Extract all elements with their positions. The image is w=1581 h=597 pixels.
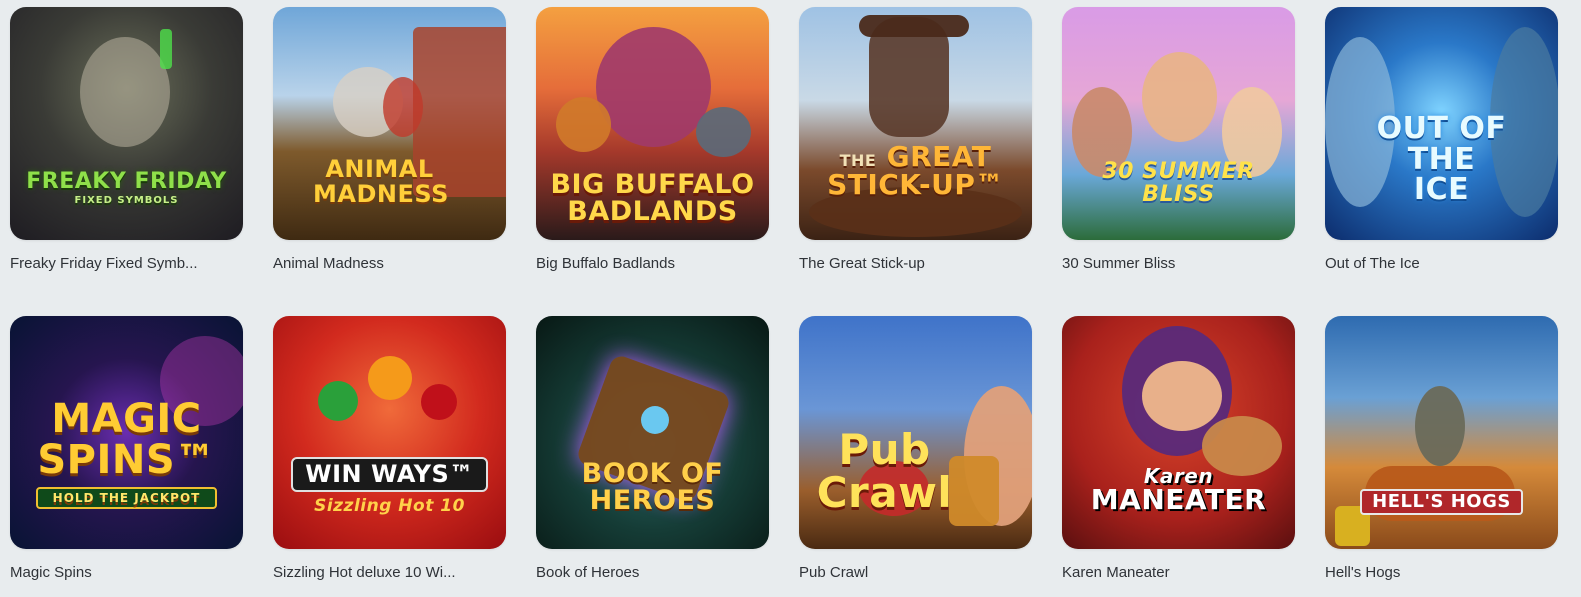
game-thumbnail[interactable]: BIG BUFFALO BADLANDS <box>536 7 769 240</box>
game-thumbnail[interactable]: FREAKY FRIDAY FIXED SYMBOLS <box>10 7 243 240</box>
game-thumbnail[interactable]: 30 SUMMER BLISS <box>1062 7 1295 240</box>
game-tile[interactable]: Karen MANEATER Karen Maneater <box>1062 316 1295 581</box>
game-tile[interactable]: ANIMAL MADNESS Animal Madness <box>273 7 506 272</box>
game-thumbnail[interactable]: HELL'S HOGS <box>1325 316 1558 549</box>
game-logo: 30 SUMMER BLISS <box>1102 159 1255 207</box>
game-title[interactable]: Pub Crawl <box>799 564 1032 581</box>
game-tile[interactable]: THE GREAT STICK-UP™ The Great Stick-up <box>799 7 1032 272</box>
game-thumbnail[interactable]: OUT OF THE ICE <box>1325 7 1558 240</box>
game-tile[interactable]: FREAKY FRIDAY FIXED SYMBOLS Freaky Frida… <box>10 7 243 272</box>
game-title[interactable]: Karen Maneater <box>1062 564 1295 581</box>
game-title[interactable]: 30 Summer Bliss <box>1062 255 1295 272</box>
game-title[interactable]: Hell's Hogs <box>1325 564 1558 581</box>
game-grid: FREAKY FRIDAY FIXED SYMBOLS Freaky Frida… <box>0 0 1581 597</box>
game-tile[interactable]: BOOK OF HEROES Book of Heroes <box>536 316 769 581</box>
game-thumbnail[interactable]: MAGIC SPINS™ HOLD THE JACKPOT <box>10 316 243 549</box>
game-title[interactable]: Sizzling Hot deluxe 10 Wi... <box>273 564 506 581</box>
game-tile[interactable]: 30 SUMMER BLISS 30 Summer Bliss <box>1062 7 1295 272</box>
game-thumbnail[interactable]: THE GREAT STICK-UP™ <box>799 7 1032 240</box>
game-art <box>799 7 1032 240</box>
game-title[interactable]: The Great Stick-up <box>799 255 1032 272</box>
game-logo: OUT OF THE ICE <box>1376 111 1507 208</box>
game-title[interactable]: Animal Madness <box>273 255 506 272</box>
game-logo: WIN WAYS™ Sizzling Hot 10 <box>281 457 498 515</box>
game-thumbnail[interactable]: WIN WAYS™ Sizzling Hot 10 <box>273 316 506 549</box>
game-tile[interactable]: Pub Crawl Pub Crawl <box>799 316 1032 581</box>
game-logo: FREAKY FRIDAY FIXED SYMBOLS <box>26 169 227 206</box>
game-tile[interactable]: HELL'S HOGS Hell's Hogs <box>1325 316 1558 581</box>
game-title[interactable]: Magic Spins <box>10 564 243 581</box>
game-logo: Pub Crawl <box>816 425 953 518</box>
game-title[interactable]: Book of Heroes <box>536 564 769 581</box>
game-logo: HELL'S HOGS <box>1333 488 1550 515</box>
game-logo: THE GREAT STICK-UP™ <box>827 139 1004 202</box>
game-logo: ANIMAL MADNESS <box>313 155 449 208</box>
game-logo: Karen MANEATER <box>1090 464 1267 517</box>
game-logo: MAGIC SPINS™ HOLD THE JACKPOT <box>18 399 235 509</box>
game-thumbnail[interactable]: Karen MANEATER <box>1062 316 1295 549</box>
game-tile[interactable]: OUT OF THE ICE Out of The Ice <box>1325 7 1558 272</box>
game-title[interactable]: Out of The Ice <box>1325 255 1558 272</box>
game-thumbnail[interactable]: ANIMAL MADNESS <box>273 7 506 240</box>
game-tile[interactable]: BIG BUFFALO BADLANDS Big Buffalo Badland… <box>536 7 769 272</box>
game-title[interactable]: Freaky Friday Fixed Symb... <box>10 255 243 272</box>
game-tile[interactable]: MAGIC SPINS™ HOLD THE JACKPOT Magic Spin… <box>10 316 243 581</box>
game-logo: BIG BUFFALO BADLANDS <box>550 168 755 228</box>
game-logo: BOOK OF HEROES <box>581 457 724 517</box>
game-thumbnail[interactable]: Pub Crawl <box>799 316 1032 549</box>
game-title[interactable]: Big Buffalo Badlands <box>536 255 769 272</box>
game-tile[interactable]: WIN WAYS™ Sizzling Hot 10 Sizzling Hot d… <box>273 316 506 581</box>
game-thumbnail[interactable]: BOOK OF HEROES <box>536 316 769 549</box>
